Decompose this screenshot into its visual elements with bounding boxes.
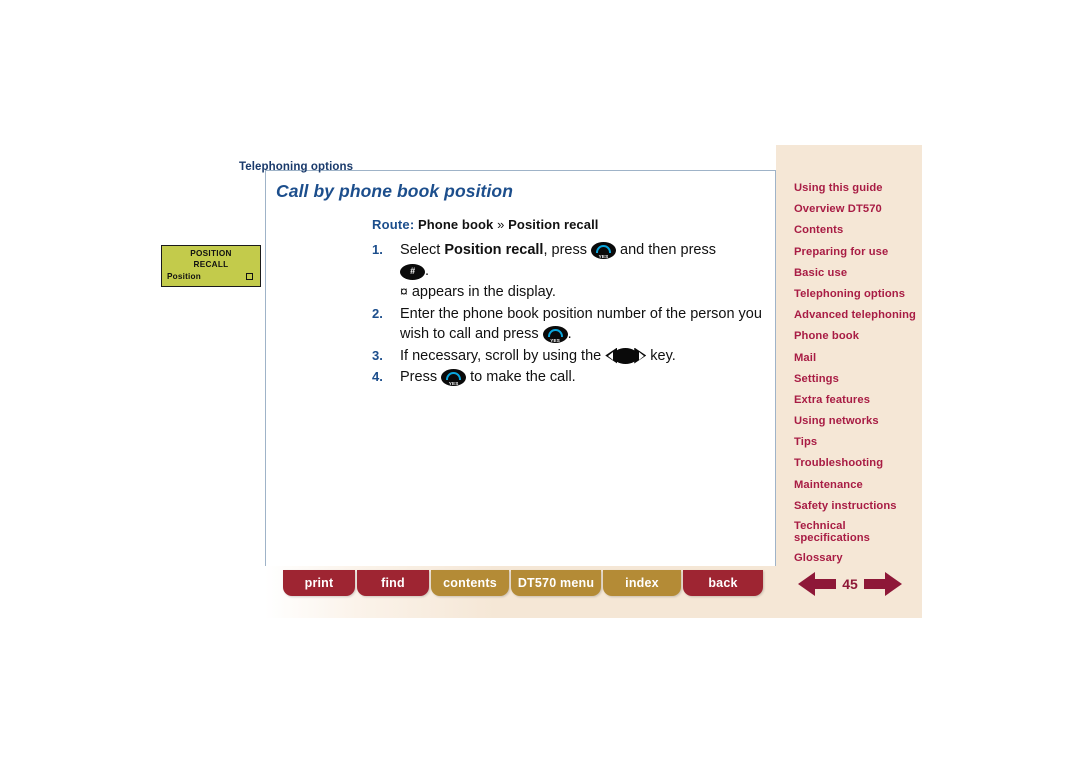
page-title: Call by phone book position bbox=[276, 181, 514, 201]
sidebar-panel: Using this guide Overview DT570 Contents Pr… bbox=[776, 145, 922, 618]
toolbar-button-dt570-menu[interactable]: DT570 menu bbox=[511, 570, 601, 596]
toolbar-button-index[interactable]: index bbox=[603, 570, 681, 596]
step-emphasis: Position recall bbox=[444, 242, 544, 258]
step-number: 2. bbox=[372, 305, 383, 321]
currency-symbol-icon: ¤ bbox=[400, 283, 408, 299]
route-separator: » bbox=[497, 217, 505, 232]
sidebar-item-settings[interactable]: Settings bbox=[794, 373, 919, 386]
page-canvas: Using this guide Overview DT570 Contents Pr… bbox=[0, 0, 1080, 763]
sidebar-nav: Using this guide Overview DT570 Contents Pr… bbox=[794, 182, 919, 573]
toolbar-button-back[interactable]: back bbox=[683, 570, 763, 596]
next-page-arrow-icon[interactable] bbox=[864, 571, 902, 597]
phone-display-graphic: POSITION RECALL Position bbox=[161, 245, 261, 287]
sidebar-item-using-this-guide[interactable]: Using this guide bbox=[794, 182, 919, 195]
sidebar-item-telephoning-options[interactable]: Telephoning options bbox=[794, 288, 919, 301]
display-line-3: Position bbox=[167, 272, 201, 281]
sidebar-item-overview-dt570[interactable]: Overview DT570 bbox=[794, 203, 919, 216]
step-text-prefix: Enter the phone book position number of … bbox=[400, 305, 762, 343]
sidebar-item-phone-book[interactable]: Phone book bbox=[794, 330, 919, 343]
toolbar-button-contents[interactable]: contents bbox=[431, 570, 509, 596]
step-text-prefix: Select bbox=[400, 242, 445, 258]
page-number: 45 bbox=[842, 576, 858, 592]
instruction-step: 3. If necessary, scroll by using the key… bbox=[372, 346, 764, 367]
step-note-text: appears in the display. bbox=[407, 284, 556, 300]
square-marker-icon bbox=[246, 273, 253, 280]
footer-toolbar: print find contents DT570 menu index back bbox=[283, 570, 763, 596]
hash-key-icon: # bbox=[400, 263, 425, 280]
step-text-suffix: to make the call. bbox=[466, 369, 576, 385]
step-text-prefix: Press bbox=[400, 369, 442, 385]
sidebar-item-safety-instructions[interactable]: Safety instructions bbox=[794, 500, 919, 513]
route-step-1: Phone book bbox=[417, 217, 494, 232]
toolbar-button-find[interactable]: find bbox=[357, 570, 429, 596]
sidebar-item-mail[interactable]: Mail bbox=[794, 352, 919, 365]
step-text: Enter the phone book position number of … bbox=[400, 304, 764, 345]
yes-key-icon: YES bbox=[542, 326, 568, 343]
step-text-after-key: and then press bbox=[616, 242, 716, 258]
route-path: Phone book » Position recall bbox=[418, 217, 599, 232]
instruction-step: 2. Enter the phone book position number … bbox=[372, 304, 764, 345]
yes-key-icon: YES bbox=[591, 242, 617, 259]
sidebar-item-advanced-telephoning[interactable]: Advanced telephoning bbox=[794, 309, 919, 322]
toolbar-button-print[interactable]: print bbox=[283, 570, 355, 596]
sidebar-item-troubleshooting[interactable]: Troubleshooting bbox=[794, 457, 919, 470]
scroll-key-icon bbox=[605, 347, 647, 364]
instruction-step: 4. Press YES to make the call. bbox=[372, 367, 764, 388]
display-line-2: RECALL bbox=[193, 260, 229, 269]
route-line: Route: Phone book » Position recall bbox=[372, 217, 599, 232]
sidebar-item-using-networks[interactable]: Using networks bbox=[794, 415, 919, 428]
step-text-suffix: key. bbox=[646, 347, 676, 364]
step-note: ¤ appears in the display. bbox=[400, 281, 764, 303]
step-text: If necessary, scroll by using the key. bbox=[400, 346, 764, 367]
breadcrumb: Telephoning options bbox=[239, 161, 354, 173]
sidebar-item-maintenance[interactable]: Maintenance bbox=[794, 479, 919, 492]
sidebar-item-preparing-for-use[interactable]: Preparing for use bbox=[794, 246, 919, 259]
instruction-step: 1. Select Position recall, press YES and… bbox=[372, 240, 764, 303]
step-text: Select Position recall, press YES and th… bbox=[400, 240, 764, 303]
sidebar-item-contents[interactable]: Contents bbox=[794, 224, 919, 237]
step-text-suffix: . bbox=[425, 262, 430, 279]
route-label: Route: bbox=[372, 217, 415, 232]
previous-page-arrow-icon[interactable] bbox=[798, 571, 836, 597]
step-number: 3. bbox=[372, 347, 383, 363]
step-number: 1. bbox=[372, 242, 383, 257]
sidebar-item-tips[interactable]: Tips bbox=[794, 436, 919, 449]
sidebar-item-extra-features[interactable]: Extra features bbox=[794, 394, 919, 407]
sidebar-item-basic-use[interactable]: Basic use bbox=[794, 267, 919, 280]
step-text-suffix: . bbox=[567, 326, 572, 342]
page-navigation: 45 bbox=[798, 571, 902, 597]
step-text-prefix: If necessary, scroll by using the bbox=[400, 347, 606, 364]
route-step-2: Position recall bbox=[508, 217, 599, 232]
instruction-steps: 1. Select Position recall, press YES and… bbox=[372, 240, 764, 389]
step-text-middle: , press bbox=[543, 242, 592, 258]
display-line-1: POSITION bbox=[190, 249, 232, 258]
sidebar-item-technical-specifications[interactable]: Technical specifications bbox=[794, 520, 919, 544]
yes-key-icon: YES bbox=[441, 369, 467, 386]
sidebar-item-glossary[interactable]: Glossary bbox=[794, 552, 919, 565]
step-text: Press YES to make the call. bbox=[400, 367, 764, 388]
step-number: 4. bbox=[372, 369, 383, 384]
